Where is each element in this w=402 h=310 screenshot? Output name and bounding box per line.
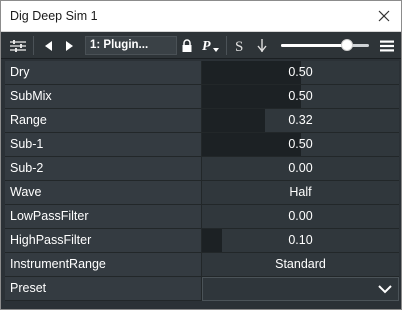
bypass-pin-icon[interactable] (254, 32, 270, 59)
param-value-highpassfilter[interactable]: 0.10 (202, 229, 399, 253)
param-value-text: 0.32 (288, 113, 313, 127)
param-value-text (203, 278, 398, 300)
param-row-highpassfilter: HighPassFilter 0.10 (5, 229, 399, 253)
svg-text:S: S (235, 39, 243, 54)
param-label: Preset (5, 277, 202, 301)
param-value-text: 0.00 (288, 209, 313, 223)
param-value-text: 0.50 (288, 65, 313, 79)
param-row-submix: SubMix 0.50 (5, 85, 399, 109)
preset-name-field[interactable]: 1: Plugin... (85, 36, 177, 55)
param-value-wave[interactable]: Half (202, 181, 399, 205)
param-label: InstrumentRange (5, 253, 202, 277)
close-button[interactable] (373, 5, 395, 27)
param-row-sub-2: Sub-2 0.00 (5, 157, 399, 181)
prev-arrow-icon[interactable] (39, 32, 57, 59)
close-icon (378, 10, 390, 22)
hamburger-menu-icon[interactable] (377, 32, 397, 59)
mix-slider-fill (281, 44, 347, 47)
param-label: LowPassFilter (5, 205, 202, 229)
title-bar: Dig Deep Sim 1 (1, 1, 401, 32)
sliders-icon[interactable] (7, 32, 29, 59)
window-title: Dig Deep Sim 1 (10, 9, 98, 23)
preset-menu-icon[interactable]: P (200, 32, 222, 59)
chevron-down-icon (378, 285, 392, 294)
plugin-window: Dig Deep Sim 1 1: Plugin... P S Dry 0.50… (0, 0, 402, 310)
param-value-dry[interactable]: 0.50 (202, 61, 399, 85)
param-value-lowpassfilter[interactable]: 0.00 (202, 205, 399, 229)
param-label: Sub-1 (5, 133, 202, 157)
param-value-text: 0.50 (288, 137, 313, 151)
lock-icon[interactable] (179, 32, 195, 59)
param-label: Range (5, 109, 202, 133)
param-label: SubMix (5, 85, 202, 109)
param-row-preset: Preset (5, 277, 399, 301)
mix-slider-track[interactable] (281, 44, 369, 47)
sidechain-s-icon[interactable]: S (231, 32, 249, 59)
mix-slider-thumb[interactable] (341, 39, 353, 51)
param-row-wave: Wave Half (5, 181, 399, 205)
param-value-instrumentrange[interactable]: Standard (202, 253, 399, 277)
plugin-toolbar: 1: Plugin... P S (1, 32, 401, 59)
param-label: Dry (5, 61, 202, 85)
param-value-text: Half (289, 185, 312, 199)
toolbar-divider (33, 36, 34, 55)
param-row-range: Range 0.32 (5, 109, 399, 133)
param-value-submix[interactable]: 0.50 (202, 85, 399, 109)
param-value-text: Standard (275, 257, 326, 271)
param-label: Sub-2 (5, 157, 202, 181)
param-row-sub-1: Sub-1 0.50 (5, 133, 399, 157)
param-label: HighPassFilter (5, 229, 202, 253)
svg-text:P: P (202, 39, 211, 54)
preset-dropdown[interactable] (202, 277, 399, 301)
param-value-range[interactable]: 0.32 (202, 109, 399, 133)
param-value-text: 0.00 (288, 161, 313, 175)
param-value-text: 0.50 (288, 89, 313, 103)
param-value-sub-2[interactable]: 0.00 (202, 157, 399, 181)
param-row-dry: Dry 0.50 (5, 61, 399, 85)
param-value-sub-1[interactable]: 0.50 (202, 133, 399, 157)
param-row-instrumentrange: InstrumentRange Standard (5, 253, 399, 277)
next-arrow-icon[interactable] (61, 32, 79, 59)
param-row-lowpassfilter: LowPassFilter 0.00 (5, 205, 399, 229)
param-value-text: 0.10 (288, 233, 313, 247)
toolbar-divider (226, 36, 227, 55)
param-label: Wave (5, 181, 202, 205)
